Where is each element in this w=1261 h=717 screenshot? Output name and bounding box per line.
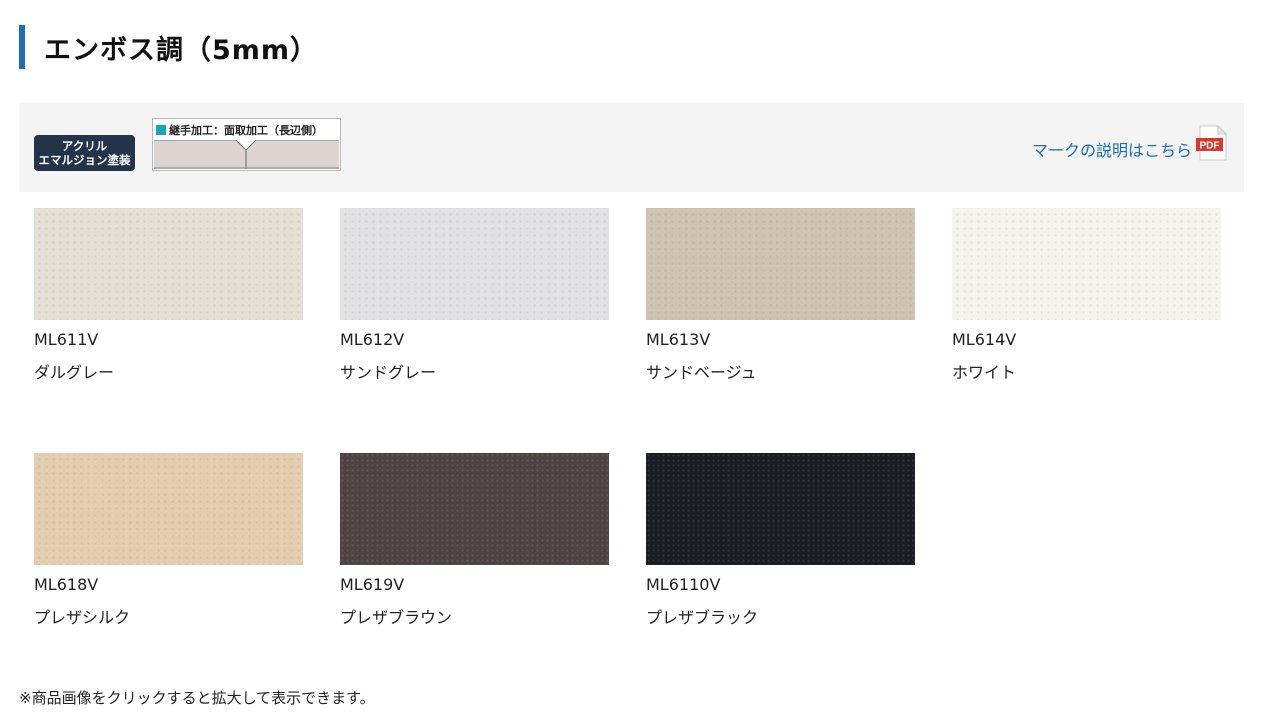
section-heading: エンボス調（5mm） (19, 25, 1244, 69)
badge-line-2: エマルジョン塗装 (38, 153, 131, 167)
swatch-image[interactable] (340, 453, 609, 565)
swatch-card[interactable]: ML613V サンドベージュ (646, 208, 915, 382)
swatch-card[interactable]: ML612V サンドグレー (340, 208, 609, 382)
mark-legend-bar: アクリル エマルジョン塗装 継手加工：面取加工（長辺側） マークの説明はこちら … (19, 103, 1244, 192)
swatch-code: ML613V (646, 330, 711, 349)
swatch-image[interactable] (340, 208, 609, 320)
swatch-name: サンドグレー (340, 363, 437, 382)
swatch-name: サンドベージュ (646, 363, 757, 382)
acrylic-emulsion-badge: アクリル エマルジョン塗装 (34, 135, 135, 171)
swatch-code: ML614V (952, 330, 1017, 349)
pdf-icon-label: PDF (1200, 141, 1220, 152)
swatch-image[interactable] (34, 208, 303, 320)
swatch-image[interactable] (646, 208, 915, 320)
swatch-code: ML611V (34, 330, 99, 349)
joint-label-row: 継手加工：面取加工（長辺側） (156, 122, 323, 138)
swatch-name: ホワイト (952, 363, 1017, 382)
pdf-file-icon[interactable]: PDF (1196, 125, 1228, 161)
joint-processing-mark: 継手加工：面取加工（長辺側） (152, 118, 341, 171)
swatch-name: プレザブラック (646, 608, 759, 627)
swatch-image[interactable] (34, 453, 303, 565)
chamfer-joint-diagram (154, 140, 339, 169)
swatch-name: プレザブラウン (340, 608, 453, 627)
swatch-image[interactable] (952, 208, 1221, 320)
swatch-card[interactable]: ML618V プレザシルク (34, 453, 303, 627)
mark-explanation-link-text[interactable]: マークの説明はこちら (1032, 137, 1192, 161)
teal-square-icon (156, 125, 166, 135)
swatch-card[interactable]: ML611V ダルグレー (34, 208, 303, 382)
mark-explanation-link[interactable]: マークの説明はこちら PDF (1032, 117, 1228, 161)
section-title: エンボス調（5mm） (44, 34, 319, 66)
swatch-name: プレザシルク (34, 608, 131, 627)
swatch-code: ML612V (340, 330, 405, 349)
swatch-image[interactable] (646, 453, 915, 565)
swatch-code: ML618V (34, 575, 99, 594)
swatch-card[interactable]: ML6110V プレザブラック (646, 453, 915, 627)
joint-label: 継手加工：面取加工（長辺側） (169, 124, 323, 137)
swatch-name: ダルグレー (34, 363, 115, 382)
swatch-code: ML6110V (646, 575, 721, 594)
swatch-code: ML619V (340, 575, 405, 594)
badge-line-1: アクリル (61, 139, 108, 153)
swatch-card[interactable]: ML614V ホワイト (952, 208, 1221, 382)
swatch-card[interactable]: ML619V プレザブラウン (340, 453, 609, 627)
click-to-enlarge-note: ※商品画像をクリックすると拡大して表示できます。 (19, 689, 375, 707)
